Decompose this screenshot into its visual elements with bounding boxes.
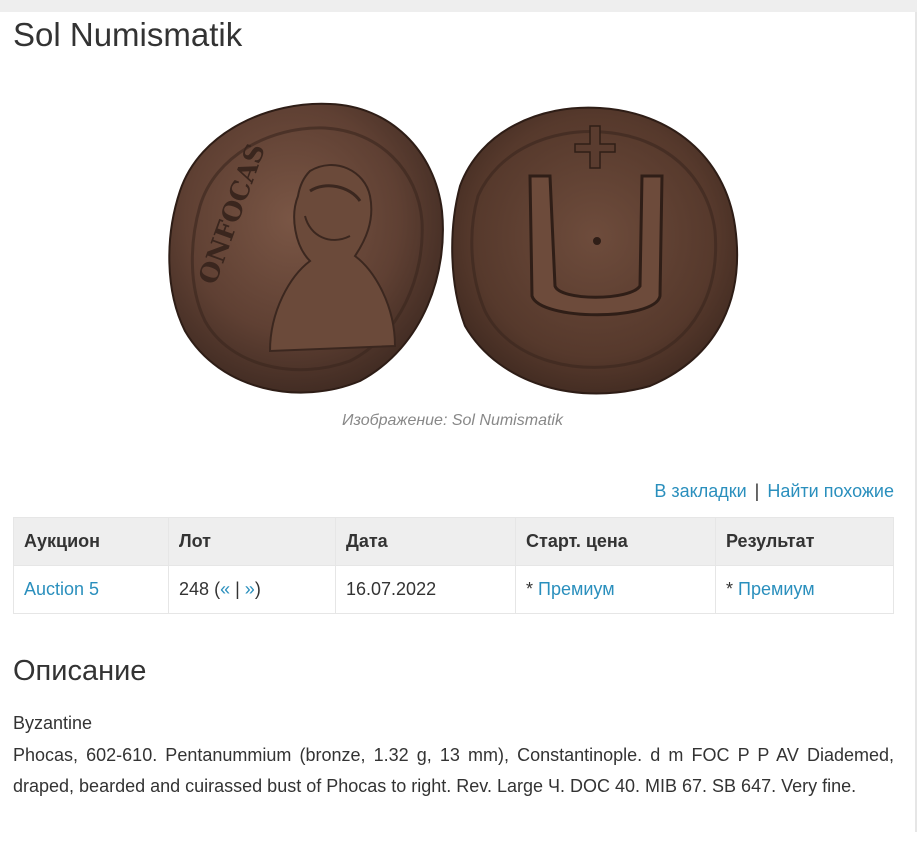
result-cell: * Премиум <box>715 565 894 614</box>
top-bar <box>0 0 917 12</box>
start-price-asterisk: * <box>526 579 534 599</box>
lot-number: 248 <box>179 579 210 599</box>
description-body: Byzantine Phocas, 602-610. Pentanummium … <box>13 708 894 803</box>
header-start-price: Старт. цена <box>515 517 716 566</box>
page-title: Sol Numismatik <box>13 16 243 53</box>
actions-separator: | <box>754 481 760 501</box>
bookmark-link[interactable]: В закладки <box>654 481 746 501</box>
find-similar-link[interactable]: Найти похожие <box>767 481 894 501</box>
start-price-cell: * Премиум <box>515 565 716 614</box>
table-row: Auction 5 248 (« | ») 16.07.2022 * Преми… <box>13 565 894 614</box>
description-category: Byzantine <box>13 713 93 733</box>
lot-nav-separator: | <box>235 579 240 599</box>
previous-lot-link[interactable]: « <box>220 579 230 599</box>
description-heading: Описание <box>13 655 147 687</box>
header-auction: Аукцион <box>13 517 169 566</box>
result-premium-link[interactable]: Премиум <box>738 579 815 599</box>
header-lot: Лот <box>168 517 336 566</box>
start-price-premium-link[interactable]: Премиум <box>538 579 615 599</box>
header-date: Дата <box>335 517 516 566</box>
lot-actions: В закладки | Найти похожие <box>654 481 894 502</box>
lot-cell: 248 (« | ») <box>168 565 336 614</box>
header-result: Результат <box>715 517 894 566</box>
result-asterisk: * <box>726 579 734 599</box>
auction-link[interactable]: Auction 5 <box>24 579 99 599</box>
date-cell: 16.07.2022 <box>335 565 516 614</box>
auction-cell: Auction 5 <box>13 565 169 614</box>
table-header-row: Аукцион Лот Дата Старт. цена Результат <box>13 517 894 566</box>
lot-paren-close: ) <box>254 579 261 599</box>
coin-image[interactable]: ONFOCAS Ч <box>160 96 750 401</box>
lot-table: Аукцион Лот Дата Старт. цена Результат A… <box>13 517 894 614</box>
svg-text:Ч: Ч <box>160 96 171 100</box>
coin-obverse: ONFOCAS <box>168 102 444 394</box>
image-caption: Изображение: Sol Numismatik <box>342 412 563 429</box>
description-text: Phocas, 602-610. Pentanummium (bronze, 1… <box>13 744 894 797</box>
next-lot-link[interactable]: » <box>245 579 255 599</box>
